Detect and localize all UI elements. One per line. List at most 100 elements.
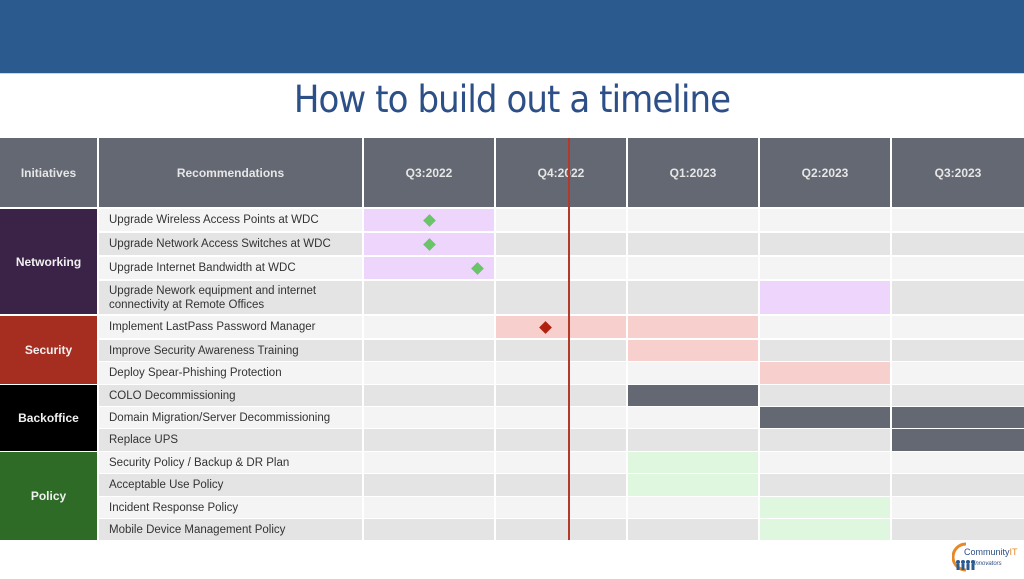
timeline-cell: [496, 429, 626, 451]
header-recommendations: Recommendations: [99, 138, 362, 207]
timeline-cell: [496, 362, 626, 384]
timeline-cell: [760, 257, 890, 279]
timeline-bar: [496, 316, 626, 338]
timeline-cell: [760, 233, 890, 255]
timeline-bar: [760, 497, 890, 518]
timeline-cell: [892, 281, 1024, 314]
timeline-cell: [496, 497, 626, 518]
top-band-divider: [0, 73, 1024, 74]
timeline-cell: [496, 340, 626, 361]
timeline-cell: [892, 474, 1024, 496]
slide-title: How to build out a timeline: [293, 78, 731, 121]
timeline-bar: [760, 362, 890, 384]
company-logo: CommunityIT innovators: [951, 540, 1022, 574]
timeline-cell: [628, 519, 758, 540]
header-quarter-q2-2023: Q2:2023: [760, 138, 890, 207]
timeline-cell: [364, 340, 494, 361]
timeline-cell: [892, 362, 1024, 384]
timeline-cell: [892, 316, 1024, 338]
logo-text-community: CommunityIT: [964, 547, 1018, 557]
recommendation-cell: Domain Migration/Server Decommissioning: [99, 407, 362, 428]
timeline-cell: [628, 362, 758, 384]
recommendation-cell: Security Policy / Backup & DR Plan: [99, 452, 362, 473]
recommendation-cell: Upgrade Network Access Switches at WDC: [99, 233, 362, 255]
slide-top-band: [0, 0, 1024, 73]
recommendation-cell: Upgrade Internet Bandwidth at WDC: [99, 257, 362, 279]
timeline-cell: [496, 209, 626, 231]
timeline-cell: [496, 407, 626, 428]
header-quarter-q3-2022: Q3:2022: [364, 138, 494, 207]
timeline-cell: [892, 385, 1024, 406]
timeline-cell: [892, 519, 1024, 540]
timeline-bar: [628, 385, 758, 406]
timeline-cell: [364, 497, 494, 518]
initiative-group-networking: Networking: [0, 209, 97, 314]
timeline-cell: [760, 316, 890, 338]
timeline-cell: [760, 452, 890, 473]
timeline-bar: [628, 340, 758, 361]
timeline-cell: [760, 429, 890, 451]
timeline-cell: [892, 497, 1024, 518]
timeline-cell: [364, 474, 494, 496]
timeline-cell: [760, 474, 890, 496]
logo-text-innovators: innovators: [974, 561, 1002, 567]
timeline-cell: [364, 316, 494, 338]
timeline-bar: [628, 452, 758, 473]
timeline-cell: [628, 233, 758, 255]
timeline-bar: [628, 474, 758, 496]
timeline-cell: [364, 385, 494, 406]
initiative-group-backoffice: Backoffice: [0, 385, 97, 451]
recommendation-cell: COLO Decommissioning: [99, 385, 362, 406]
initiative-group-security: Security: [0, 316, 97, 384]
timeline-cell: [628, 497, 758, 518]
timeline-cell: [892, 233, 1024, 255]
recommendation-cell: Upgrade Nework equipment and internet co…: [99, 281, 362, 314]
timeline-cell: [628, 281, 758, 314]
timeline-bar: [760, 519, 890, 540]
timeline-cell: [364, 407, 494, 428]
header-initiatives: Initiatives: [0, 138, 97, 207]
timeline-bar: [892, 407, 1024, 428]
timeline-cell: [760, 385, 890, 406]
initiative-group-policy: Policy: [0, 452, 97, 540]
timeline-cell: [892, 257, 1024, 279]
recommendation-cell: Upgrade Wireless Access Points at WDC: [99, 209, 362, 231]
timeline-cell: [496, 385, 626, 406]
recommendation-cell: Improve Security Awareness Training: [99, 340, 362, 361]
timeline-cell: [364, 452, 494, 473]
recommendation-cell: Replace UPS: [99, 429, 362, 451]
recommendation-cell: Acceptable Use Policy: [99, 474, 362, 496]
timeline-cell: [892, 340, 1024, 361]
timeline-bar: [628, 316, 758, 338]
recommendation-cell: Mobile Device Management Policy: [99, 519, 362, 540]
today-marker-line: [568, 138, 570, 540]
header-quarter-q3-2023: Q3:2023: [892, 138, 1024, 207]
timeline-cell: [892, 452, 1024, 473]
timeline-bar: [892, 429, 1024, 451]
community-it-logo-icon: CommunityIT innovators: [951, 542, 1018, 572]
timeline-cell: [760, 340, 890, 361]
header-quarter-q4-2022: Q4:2022: [496, 138, 626, 207]
timeline-cell: [364, 429, 494, 451]
timeline-cell: [364, 362, 494, 384]
timeline-cell: [496, 233, 626, 255]
timeline-cell: [628, 407, 758, 428]
timeline-cell: [628, 257, 758, 279]
timeline-cell: [364, 281, 494, 314]
timeline-cell: [892, 209, 1024, 231]
recommendation-cell: Implement LastPass Password Manager: [99, 316, 362, 338]
timeline-bar: [760, 281, 890, 314]
recommendation-cell: Incident Response Policy: [99, 497, 362, 518]
timeline-bar: [760, 407, 890, 428]
timeline-cell: [628, 209, 758, 231]
timeline-cell: [496, 257, 626, 279]
timeline-cell: [496, 281, 626, 314]
timeline-cell: [364, 519, 494, 540]
timeline-cell: [496, 519, 626, 540]
timeline-cell: [496, 474, 626, 496]
recommendation-cell: Deploy Spear-Phishing Protection: [99, 362, 362, 384]
timeline-cell: [760, 209, 890, 231]
header-quarter-q1-2023: Q1:2023: [628, 138, 758, 207]
timeline-cell: [628, 429, 758, 451]
timeline-cell: [496, 452, 626, 473]
